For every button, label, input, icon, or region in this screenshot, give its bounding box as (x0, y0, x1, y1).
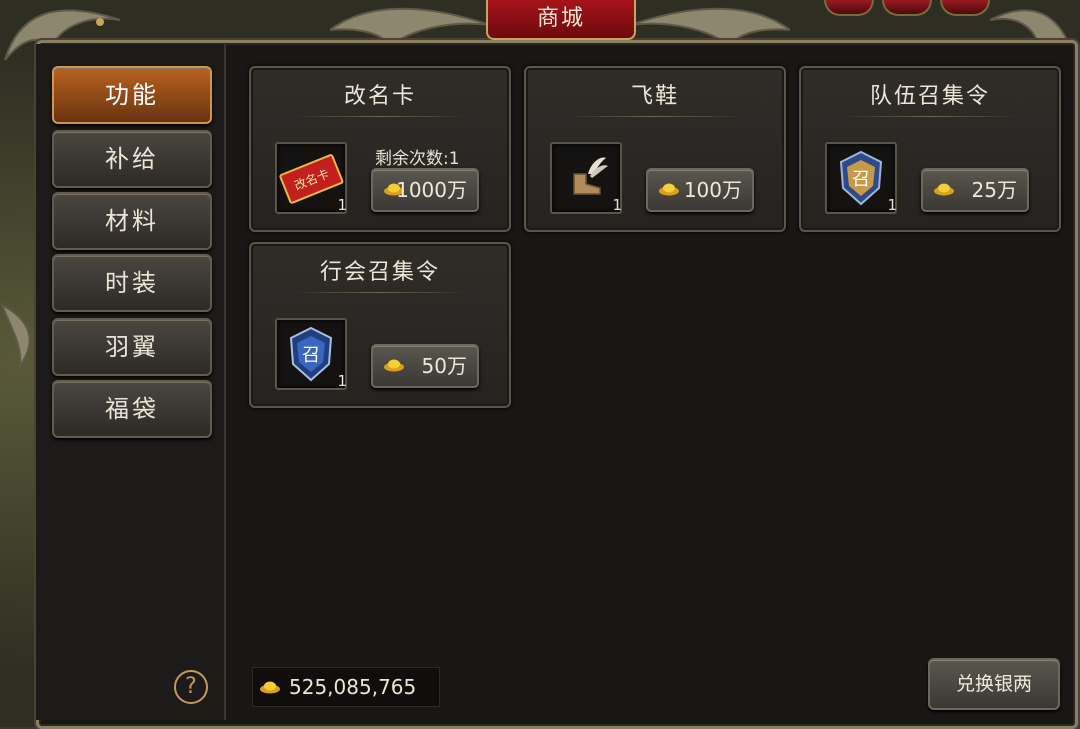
sidebar-item-material[interactable]: 材料 (52, 192, 212, 250)
guild-summon-token-icon: 召 (289, 326, 333, 382)
winged-boot-icon (573, 157, 608, 195)
item-slot[interactable]: 改名卡 1 (275, 142, 347, 214)
item-count: 1 (337, 372, 347, 390)
buy-button-flying-shoes[interactable]: 100万 (646, 168, 754, 212)
item-count: 1 (337, 196, 347, 214)
gold-ingot-icon (384, 359, 404, 372)
price-label: 50万 (421, 354, 467, 378)
item-name: 改名卡 (343, 84, 416, 109)
item-count: 1 (612, 196, 622, 214)
item-card-team-summon: 队伍召集令 召 1 25万 (799, 66, 1061, 232)
top-orbs (824, 0, 990, 16)
item-name: 飞鞋 (630, 84, 679, 109)
category-sidebar: 功能 补给 材料 时装 羽翼 福袋 ? (36, 44, 226, 720)
orb-decoration (940, 0, 990, 16)
sidebar-item-fashion[interactable]: 时装 (52, 254, 212, 312)
sidebar-item-supply[interactable]: 补给 (52, 130, 212, 188)
item-name: 行会召集令 (319, 260, 440, 285)
divider (841, 116, 1019, 117)
orb-decoration (882, 0, 932, 16)
gold-ingot-icon (934, 183, 954, 196)
divider (291, 116, 469, 117)
gold-ingot-icon (260, 681, 280, 694)
team-summon-icon-text: 召 (852, 169, 870, 190)
item-card-guild-summon: 行会召集令 召 1 50万 (249, 242, 511, 408)
buy-button-guild-summon[interactable]: 50万 (371, 344, 479, 388)
team-summon-token-icon: 召 (839, 150, 883, 206)
window-title: 商城 (486, 0, 636, 40)
exchange-silver-button[interactable]: 兑换银两 (928, 658, 1060, 710)
divider (291, 292, 469, 293)
item-card-flying-shoes: 飞鞋 1 100万 (524, 66, 786, 232)
item-slot[interactable]: 召 1 (275, 318, 347, 390)
gold-balance: 525,085,765 (252, 667, 440, 707)
sidebar-item-lucky-bag[interactable]: 福袋 (52, 380, 212, 438)
dragon-ornament-left (0, 302, 31, 370)
help-icon[interactable]: ? (174, 670, 208, 704)
sidebar-item-wings[interactable]: 羽翼 (52, 318, 212, 376)
item-slot[interactable]: 1 (550, 142, 622, 214)
item-name: 队伍召集令 (869, 84, 990, 109)
orb-decoration (824, 0, 874, 16)
buy-button-rename[interactable]: 1000万 (371, 168, 479, 212)
item-card-rename: 改名卡 改名卡 1 剩余次数:1 1000万 (249, 66, 511, 232)
balance-value: 525,085,765 (289, 675, 417, 699)
sidebar-item-function[interactable]: 功能 (52, 66, 212, 124)
gold-ingot-icon (659, 183, 679, 196)
price-label: 1000万 (396, 178, 467, 202)
item-slot[interactable]: 召 1 (825, 142, 897, 214)
guild-summon-icon-text: 召 (302, 345, 320, 366)
divider (566, 116, 744, 117)
price-label: 25万 (971, 178, 1017, 202)
rename-card-icon: 改名卡 (279, 154, 344, 204)
price-label: 100万 (683, 178, 742, 202)
remaining-uses: 剩余次数:1 (375, 149, 460, 169)
buy-button-team-summon[interactable]: 25万 (921, 168, 1029, 212)
item-count: 1 (887, 196, 897, 214)
